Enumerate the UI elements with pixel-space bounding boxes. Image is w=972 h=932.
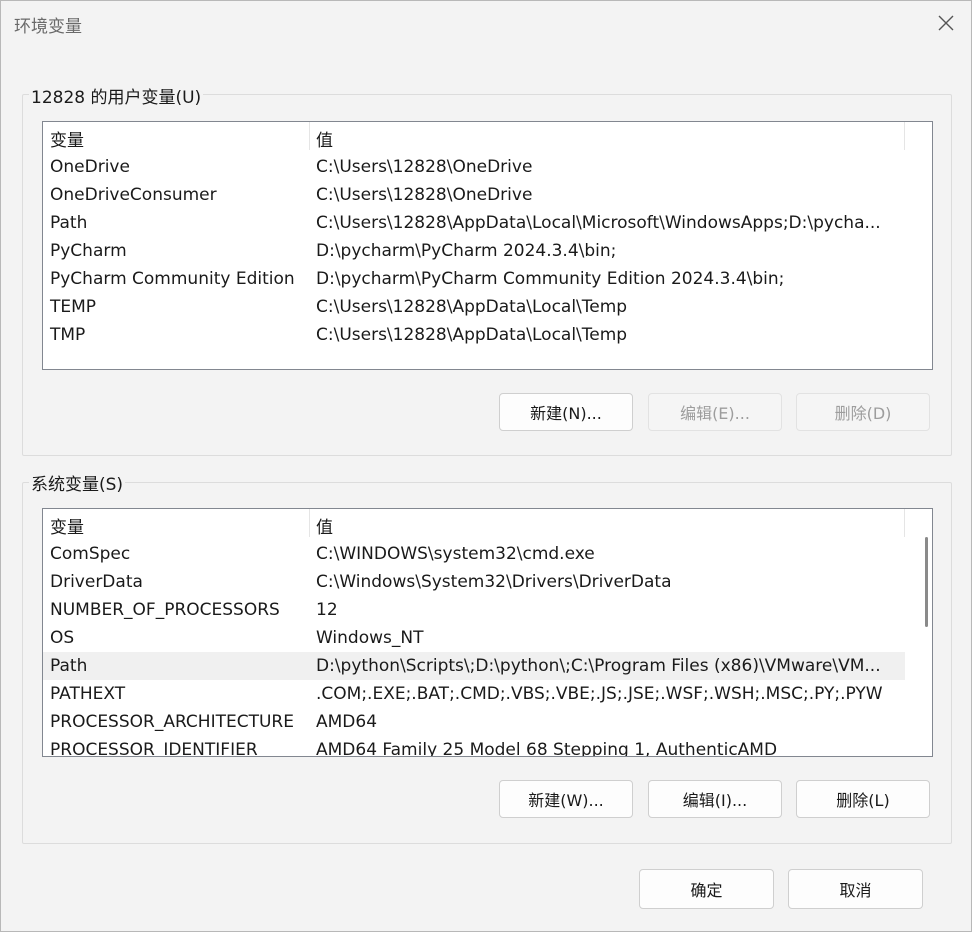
- table-row[interactable]: TEMP C:\Users\12828\AppData\Local\Temp: [43, 293, 905, 321]
- variable-value: Windows_NT: [316, 628, 424, 648]
- variable-name: PATHEXT: [50, 684, 126, 704]
- system-variables-label: 系统变量(S): [29, 470, 126, 495]
- column-separator: [309, 122, 310, 150]
- variable-name: NUMBER_OF_PROCESSORS: [50, 600, 280, 620]
- user-variables-list[interactable]: 变量 值 OneDrive C:\Users\12828\OneDrive On…: [42, 121, 933, 370]
- variable-name: Path: [50, 213, 88, 233]
- table-row[interactable]: PROCESSOR_ARCHITECTURE AMD64: [43, 708, 905, 736]
- system-edit-button[interactable]: 编辑(I)...: [648, 780, 782, 818]
- close-icon: [938, 15, 954, 31]
- vertical-scrollbar[interactable]: [917, 509, 929, 756]
- variable-name: OneDriveConsumer: [50, 185, 217, 205]
- variable-name: OS: [50, 628, 75, 648]
- column-separator: [309, 509, 310, 537]
- table-row[interactable]: PyCharm Community Edition D:\pycharm\PyC…: [43, 265, 905, 293]
- variable-name: PyCharm: [50, 241, 127, 261]
- variable-name: TEMP: [50, 297, 97, 317]
- variable-value: C:\WINDOWS\system32\cmd.exe: [316, 544, 595, 564]
- variable-name: Path: [50, 656, 88, 676]
- table-row[interactable]: PATHEXT .COM;.EXE;.BAT;.CMD;.VBS;.VBE;.J…: [43, 680, 905, 708]
- user-edit-button[interactable]: 编辑(E)...: [648, 393, 782, 431]
- variable-value: C:\Users\12828\AppData\Local\Temp: [316, 325, 628, 345]
- cancel-button[interactable]: 取消: [788, 869, 923, 909]
- variable-value: AMD64: [316, 712, 378, 732]
- title-bar: 环境变量: [1, 1, 971, 45]
- user-new-button[interactable]: 新建(N)...: [499, 393, 633, 431]
- scrollbar-thumb[interactable]: [925, 537, 928, 627]
- table-row[interactable]: NUMBER_OF_PROCESSORS 12: [43, 596, 905, 624]
- variable-name: DriverData: [50, 572, 143, 592]
- variable-name: ComSpec: [50, 544, 131, 564]
- column-header-value[interactable]: 值: [316, 513, 333, 538]
- variable-value: D:\pycharm\PyCharm Community Edition 202…: [316, 269, 785, 289]
- table-row[interactable]: OneDriveConsumer C:\Users\12828\OneDrive: [43, 181, 905, 209]
- variable-value: 12: [316, 600, 338, 620]
- table-row[interactable]: PyCharm D:\pycharm\PyCharm 2024.3.4\bin;: [43, 237, 905, 265]
- variable-value: C:\Users\12828\OneDrive: [316, 157, 533, 177]
- variable-value: C:\Users\12828\AppData\Local\Microsoft\W…: [316, 213, 881, 233]
- table-row[interactable]: PROCESSOR_IDENTIFIER AMD64 Family 25 Mod…: [43, 736, 905, 757]
- variable-name: PROCESSOR_IDENTIFIER: [50, 740, 258, 757]
- system-delete-button[interactable]: 删除(L): [796, 780, 930, 818]
- column-header-variable[interactable]: 变量: [50, 126, 84, 151]
- variable-value: D:\pycharm\PyCharm 2024.3.4\bin;: [316, 241, 617, 261]
- environment-variables-dialog: 环境变量 12828 的用户变量(U) 变量 值 OneDrive C:\Use…: [0, 0, 972, 932]
- table-row[interactable]: OneDrive C:\Users\12828\OneDrive: [43, 153, 905, 181]
- variable-name: PyCharm Community Edition: [50, 269, 295, 289]
- ok-button[interactable]: 确定: [639, 869, 774, 909]
- close-button[interactable]: [929, 9, 963, 37]
- table-row[interactable]: DriverData C:\Windows\System32\Drivers\D…: [43, 568, 905, 596]
- column-separator: [904, 509, 905, 537]
- system-variables-list[interactable]: 变量 值 ComSpec C:\WINDOWS\system32\cmd.exe…: [42, 508, 933, 757]
- list-header: 变量 值: [43, 509, 932, 538]
- variable-value: C:\Users\12828\OneDrive: [316, 185, 533, 205]
- column-header-variable[interactable]: 变量: [50, 513, 84, 538]
- list-header: 变量 值: [43, 122, 932, 151]
- table-row[interactable]: TMP C:\Users\12828\AppData\Local\Temp: [43, 321, 905, 349]
- variable-value: .COM;.EXE;.BAT;.CMD;.VBS;.VBE;.JS;.JSE;.…: [316, 684, 883, 704]
- variable-name: PROCESSOR_ARCHITECTURE: [50, 712, 294, 732]
- variable-name: OneDrive: [50, 157, 130, 177]
- table-row[interactable]: ComSpec C:\WINDOWS\system32\cmd.exe: [43, 540, 905, 568]
- variable-value: D:\python\Scripts\;D:\python\;C:\Program…: [316, 656, 881, 676]
- variable-name: TMP: [50, 325, 86, 345]
- column-separator: [904, 122, 905, 150]
- user-delete-button[interactable]: 删除(D): [796, 393, 930, 431]
- system-new-button[interactable]: 新建(W)...: [499, 780, 633, 818]
- column-header-value[interactable]: 值: [316, 126, 333, 151]
- table-row[interactable]: OS Windows_NT: [43, 624, 905, 652]
- table-row-selected[interactable]: Path D:\python\Scripts\;D:\python\;C:\Pr…: [43, 652, 905, 680]
- user-variables-label: 12828 的用户变量(U): [29, 83, 204, 108]
- table-row[interactable]: Path C:\Users\12828\AppData\Local\Micros…: [43, 209, 905, 237]
- variable-value: C:\Users\12828\AppData\Local\Temp: [316, 297, 628, 317]
- window-title: 环境变量: [14, 17, 82, 37]
- variable-value: C:\Windows\System32\Drivers\DriverData: [316, 572, 672, 592]
- variable-value: AMD64 Family 25 Model 68 Stepping 1, Aut…: [316, 740, 778, 757]
